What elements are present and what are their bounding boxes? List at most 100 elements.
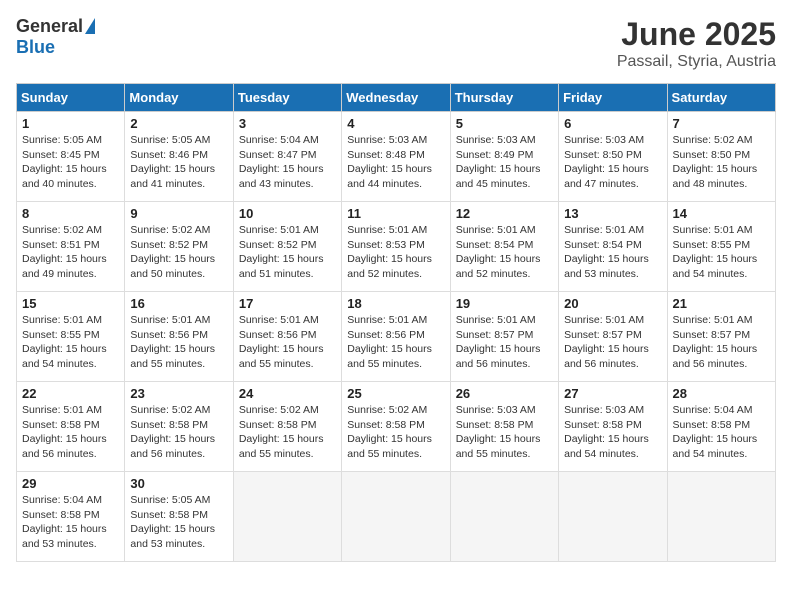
- day-info: Sunrise: 5:04 AM Sunset: 8:47 PM Dayligh…: [239, 133, 336, 192]
- calendar-week-row: 8Sunrise: 5:02 AM Sunset: 8:51 PM Daylig…: [17, 202, 776, 292]
- title-area: June 2025 Passail, Styria, Austria: [617, 16, 776, 71]
- table-row: 20 Sunrise: 5:01 AM Sunset: 8:57 PM Dayli…: [559, 292, 667, 382]
- calendar-table: Sunday Monday Tuesday Wednesday Thursday…: [16, 83, 776, 562]
- table-row: 16 Sunrise: 5:01 AM Sunset: 8:56 PM Dayli…: [125, 292, 233, 382]
- day-info: Sunrise: 5:01 AM Sunset: 8:58 PM Dayligh…: [22, 403, 119, 462]
- day-info: Sunrise: 5:01 AM Sunset: 8:53 PM Dayligh…: [347, 223, 444, 282]
- calendar-week-row: 22 Sunrise: 5:01 AM Sunset: 8:58 PM Dayli…: [17, 382, 776, 472]
- header: General Blue June 2025 Passail, Styria, …: [16, 16, 776, 71]
- table-row: 21 Sunrise: 5:01 AM Sunset: 8:57 PM Dayli…: [667, 292, 775, 382]
- day-number: 30: [130, 476, 227, 491]
- table-row: 15 Sunrise: 5:01 AM Sunset: 8:55 PM Dayli…: [17, 292, 125, 382]
- table-row: 29Sunrise: 5:04 AM Sunset: 8:58 PM Dayli…: [17, 472, 125, 562]
- day-number: 18: [347, 296, 444, 311]
- table-row: 9 Sunrise: 5:02 AM Sunset: 8:52 PM Daylig…: [125, 202, 233, 292]
- table-row: 3 Sunrise: 5:04 AM Sunset: 8:47 PM Daylig…: [233, 112, 341, 202]
- table-row: 27 Sunrise: 5:03 AM Sunset: 8:58 PM Dayli…: [559, 382, 667, 472]
- table-row: 26 Sunrise: 5:03 AM Sunset: 8:58 PM Dayli…: [450, 382, 558, 472]
- day-number: 20: [564, 296, 661, 311]
- day-number: 1: [22, 116, 119, 131]
- logo-triangle-icon: [85, 18, 95, 34]
- day-info: Sunrise: 5:03 AM Sunset: 8:49 PM Dayligh…: [456, 133, 553, 192]
- table-row: 22 Sunrise: 5:01 AM Sunset: 8:58 PM Dayli…: [17, 382, 125, 472]
- day-info: Sunrise: 5:01 AM Sunset: 8:54 PM Dayligh…: [456, 223, 553, 282]
- table-row: 4 Sunrise: 5:03 AM Sunset: 8:48 PM Daylig…: [342, 112, 450, 202]
- day-number: 12: [456, 206, 553, 221]
- day-number: 27: [564, 386, 661, 401]
- table-row: 25 Sunrise: 5:02 AM Sunset: 8:58 PM Dayli…: [342, 382, 450, 472]
- day-info: Sunrise: 5:05 AM Sunset: 8:58 PM Dayligh…: [130, 493, 227, 552]
- day-number: 22: [22, 386, 119, 401]
- day-number: 26: [456, 386, 553, 401]
- day-info: Sunrise: 5:03 AM Sunset: 8:58 PM Dayligh…: [564, 403, 661, 462]
- day-number: 19: [456, 296, 553, 311]
- table-row: 1 Sunrise: 5:05 AM Sunset: 8:45 PM Daylig…: [17, 112, 125, 202]
- day-number: 3: [239, 116, 336, 131]
- table-row: 17 Sunrise: 5:01 AM Sunset: 8:56 PM Dayli…: [233, 292, 341, 382]
- day-number: 2: [130, 116, 227, 131]
- calendar-week-row: 29Sunrise: 5:04 AM Sunset: 8:58 PM Dayli…: [17, 472, 776, 562]
- day-number: 24: [239, 386, 336, 401]
- table-row: 28 Sunrise: 5:04 AM Sunset: 8:58 PM Dayli…: [667, 382, 775, 472]
- col-thursday: Thursday: [450, 84, 558, 112]
- logo-general-text: General: [16, 16, 83, 37]
- day-info: Sunrise: 5:01 AM Sunset: 8:52 PM Dayligh…: [239, 223, 336, 282]
- day-info: Sunrise: 5:03 AM Sunset: 8:50 PM Dayligh…: [564, 133, 661, 192]
- day-info: Sunrise: 5:01 AM Sunset: 8:57 PM Dayligh…: [673, 313, 770, 372]
- day-info: Sunrise: 5:01 AM Sunset: 8:56 PM Dayligh…: [130, 313, 227, 372]
- day-info: Sunrise: 5:01 AM Sunset: 8:55 PM Dayligh…: [22, 313, 119, 372]
- table-row: 10 Sunrise: 5:01 AM Sunset: 8:52 PM Dayli…: [233, 202, 341, 292]
- day-number: 4: [347, 116, 444, 131]
- day-info: Sunrise: 5:05 AM Sunset: 8:46 PM Dayligh…: [130, 133, 227, 192]
- day-number: 16: [130, 296, 227, 311]
- table-row: 19 Sunrise: 5:01 AM Sunset: 8:57 PM Dayli…: [450, 292, 558, 382]
- day-number: 9: [130, 206, 227, 221]
- table-row: [233, 472, 341, 562]
- calendar-header-row: Sunday Monday Tuesday Wednesday Thursday…: [17, 84, 776, 112]
- calendar-week-row: 15 Sunrise: 5:01 AM Sunset: 8:55 PM Dayli…: [17, 292, 776, 382]
- table-row: 13Sunrise: 5:01 AM Sunset: 8:54 PM Dayli…: [559, 202, 667, 292]
- day-number: 15: [22, 296, 119, 311]
- table-row: 24Sunrise: 5:02 AM Sunset: 8:58 PM Dayli…: [233, 382, 341, 472]
- day-number: 25: [347, 386, 444, 401]
- day-number: 5: [456, 116, 553, 131]
- day-number: 7: [673, 116, 770, 131]
- table-row: 14Sunrise: 5:01 AM Sunset: 8:55 PM Dayli…: [667, 202, 775, 292]
- col-wednesday: Wednesday: [342, 84, 450, 112]
- day-info: Sunrise: 5:02 AM Sunset: 8:50 PM Dayligh…: [673, 133, 770, 192]
- logo: General Blue: [16, 16, 95, 58]
- col-tuesday: Tuesday: [233, 84, 341, 112]
- col-sunday: Sunday: [17, 84, 125, 112]
- table-row: 2 Sunrise: 5:05 AM Sunset: 8:46 PM Daylig…: [125, 112, 233, 202]
- day-info: Sunrise: 5:02 AM Sunset: 8:58 PM Dayligh…: [347, 403, 444, 462]
- day-info: Sunrise: 5:04 AM Sunset: 8:58 PM Dayligh…: [22, 493, 119, 552]
- calendar-week-row: 1 Sunrise: 5:05 AM Sunset: 8:45 PM Daylig…: [17, 112, 776, 202]
- day-info: Sunrise: 5:04 AM Sunset: 8:58 PM Dayligh…: [673, 403, 770, 462]
- calendar-location: Passail, Styria, Austria: [617, 53, 776, 71]
- day-number: 8: [22, 206, 119, 221]
- day-info: Sunrise: 5:03 AM Sunset: 8:48 PM Dayligh…: [347, 133, 444, 192]
- day-info: Sunrise: 5:02 AM Sunset: 8:52 PM Dayligh…: [130, 223, 227, 282]
- day-info: Sunrise: 5:05 AM Sunset: 8:45 PM Dayligh…: [22, 133, 119, 192]
- day-number: 6: [564, 116, 661, 131]
- day-number: 11: [347, 206, 444, 221]
- table-row: [667, 472, 775, 562]
- day-number: 21: [673, 296, 770, 311]
- day-number: 10: [239, 206, 336, 221]
- table-row: 12 Sunrise: 5:01 AM Sunset: 8:54 PM Dayli…: [450, 202, 558, 292]
- day-info: Sunrise: 5:03 AM Sunset: 8:58 PM Dayligh…: [456, 403, 553, 462]
- day-number: 23: [130, 386, 227, 401]
- day-info: Sunrise: 5:01 AM Sunset: 8:57 PM Dayligh…: [456, 313, 553, 372]
- day-info: Sunrise: 5:01 AM Sunset: 8:57 PM Dayligh…: [564, 313, 661, 372]
- calendar-title: June 2025: [617, 16, 776, 53]
- col-saturday: Saturday: [667, 84, 775, 112]
- table-row: 18Sunrise: 5:01 AM Sunset: 8:56 PM Dayli…: [342, 292, 450, 382]
- table-row: 11 Sunrise: 5:01 AM Sunset: 8:53 PM Dayli…: [342, 202, 450, 292]
- table-row: [559, 472, 667, 562]
- day-number: 28: [673, 386, 770, 401]
- day-number: 17: [239, 296, 336, 311]
- table-row: 8Sunrise: 5:02 AM Sunset: 8:51 PM Daylig…: [17, 202, 125, 292]
- day-info: Sunrise: 5:02 AM Sunset: 8:58 PM Dayligh…: [130, 403, 227, 462]
- table-row: 7 Sunrise: 5:02 AM Sunset: 8:50 PM Daylig…: [667, 112, 775, 202]
- day-info: Sunrise: 5:01 AM Sunset: 8:56 PM Dayligh…: [239, 313, 336, 372]
